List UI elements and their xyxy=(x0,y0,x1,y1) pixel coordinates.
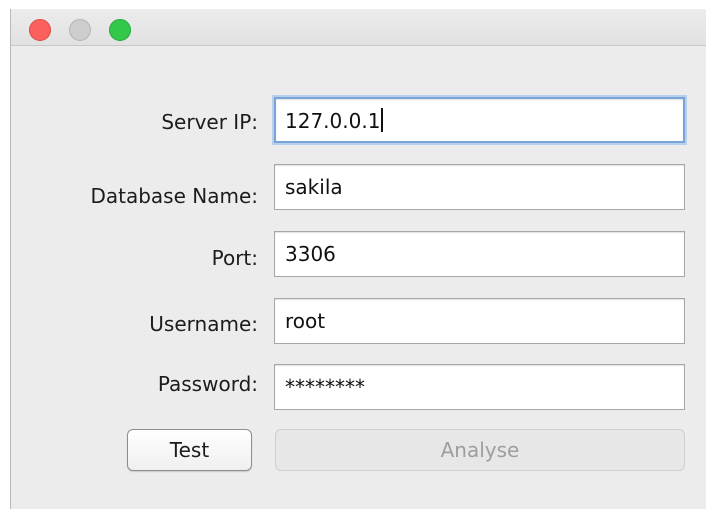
text-caret xyxy=(381,108,384,132)
port-label: Port: xyxy=(211,246,258,270)
analyse-button[interactable]: Analyse xyxy=(275,429,685,471)
server-ip-input[interactable]: 127.0.0.1 xyxy=(272,95,687,145)
port-value: 3306 xyxy=(285,242,336,266)
title-bar xyxy=(11,9,706,46)
password-label: Password: xyxy=(157,372,258,396)
connection-dialog: Server IP: 127.0.0.1 Database Name: saki… xyxy=(10,9,706,509)
password-value: ******** xyxy=(285,375,365,399)
close-window-button[interactable] xyxy=(29,19,51,41)
password-input[interactable]: ******** xyxy=(274,364,685,410)
minimize-window-button[interactable] xyxy=(69,19,91,41)
username-label: Username: xyxy=(149,312,258,336)
database-name-input[interactable]: sakila xyxy=(274,164,685,210)
database-name-value: sakila xyxy=(285,175,343,199)
database-name-label: Database Name: xyxy=(90,184,258,208)
port-input[interactable]: 3306 xyxy=(274,231,685,277)
server-ip-value: 127.0.0.1 xyxy=(285,109,381,133)
username-input[interactable]: root xyxy=(274,298,685,344)
test-button[interactable]: Test xyxy=(127,429,252,471)
server-ip-label: Server IP: xyxy=(161,110,258,134)
username-value: root xyxy=(285,309,326,333)
zoom-window-button[interactable] xyxy=(109,19,131,41)
